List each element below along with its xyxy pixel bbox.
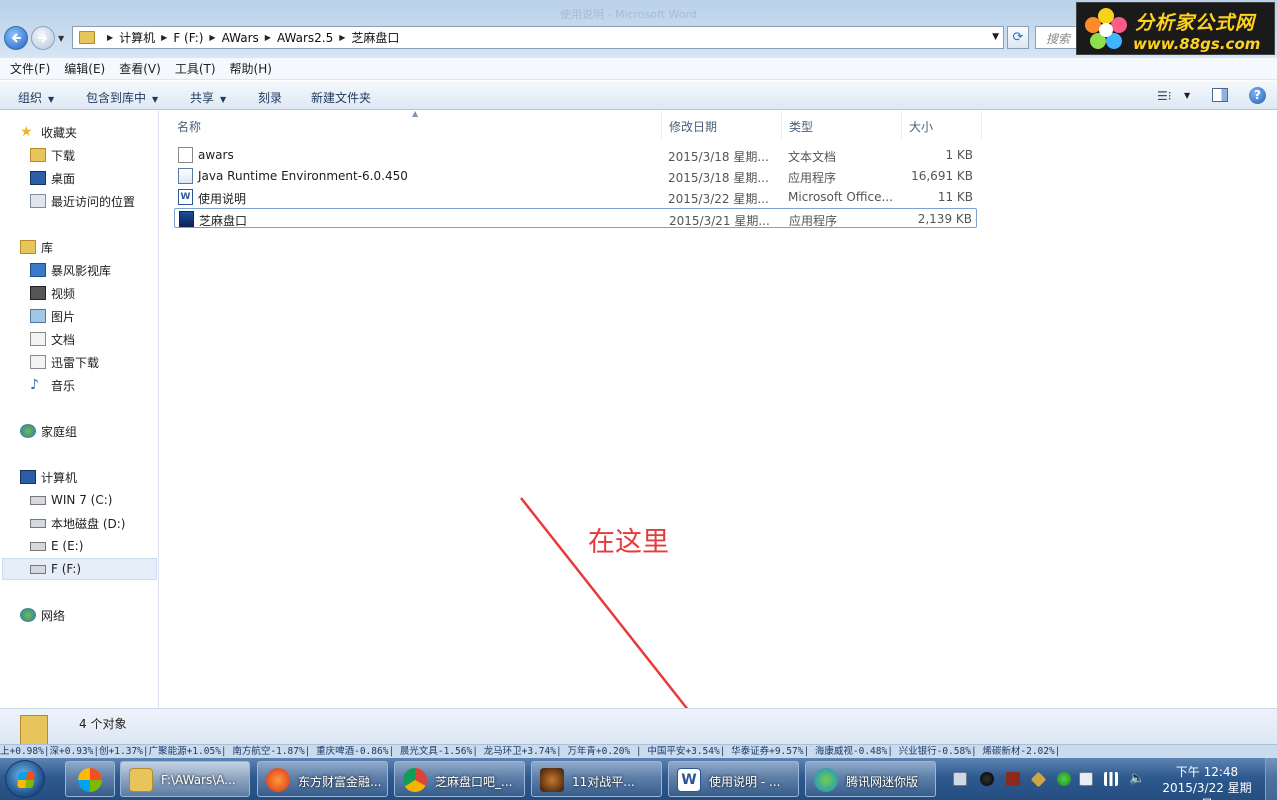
item-count: 4 个对象 <box>79 717 127 731</box>
taskbar-label: 芝麻盘口吧_... <box>435 775 513 789</box>
clock-date: 2015/3/22 星期日 <box>1162 781 1252 800</box>
taskbar-item-word[interactable]: W 使用说明 - ... <box>668 761 799 797</box>
folder-icon <box>20 715 48 745</box>
diamond-icon[interactable] <box>1030 771 1047 788</box>
taskbar-item-eastmoney[interactable]: 东方财富金融... <box>257 761 388 797</box>
game-tray-icon[interactable] <box>1006 772 1020 786</box>
show-desktop-button[interactable] <box>1265 758 1277 800</box>
clock-time: 下午 12:48 <box>1175 765 1239 779</box>
start-button[interactable] <box>5 760 45 798</box>
keyboard-icon[interactable] <box>953 772 967 786</box>
stock-ticker: 上+0.98%|深+0.93%|创+1.37%|广聚能源+1.05%| 南方航空… <box>0 744 1277 758</box>
pinned-app[interactable] <box>65 761 115 797</box>
taskbar: F:\AWars\A... 东方财富金融... 芝麻盘口吧_... 11对战平.… <box>0 758 1277 800</box>
tencent-news-icon <box>814 768 838 792</box>
security-icon[interactable] <box>1057 772 1071 786</box>
clock[interactable]: 下午 12:48 2015/3/22 星期日 <box>1162 764 1252 800</box>
folder-icon <box>129 768 153 792</box>
taskbar-label: 腾讯网迷你版 <box>846 775 919 789</box>
status-bar: 4 个对象 <box>0 708 1277 745</box>
qq-icon[interactable] <box>980 772 994 786</box>
taskbar-item-game-platform[interactable]: 11对战平... <box>531 761 662 797</box>
network-signal-icon[interactable] <box>1104 772 1118 786</box>
annotation-arrow <box>520 497 706 738</box>
chrome-icon <box>403 768 427 792</box>
taskbar-item-explorer[interactable]: F:\AWars\A... <box>120 761 250 797</box>
power-icon[interactable] <box>1079 772 1093 786</box>
annotation-text: 在这里 <box>588 527 669 558</box>
taskbar-item-chrome[interactable]: 芝麻盘口吧_... <box>394 761 525 797</box>
taskbar-label: F:\AWars\A... <box>161 773 236 787</box>
game-platform-icon <box>540 768 564 792</box>
app-launcher-icon <box>78 768 102 792</box>
taskbar-label: 11对战平... <box>572 775 635 789</box>
taskbar-label: 东方财富金融... <box>298 775 382 789</box>
eastmoney-icon <box>266 768 290 792</box>
taskbar-label: 使用说明 - ... <box>709 775 781 789</box>
taskbar-item-tencent-mini[interactable]: 腾讯网迷你版 <box>805 761 936 797</box>
windows-logo-icon <box>17 772 35 788</box>
volume-icon[interactable]: 🔈 <box>1129 772 1145 786</box>
word-icon: W <box>677 768 701 792</box>
